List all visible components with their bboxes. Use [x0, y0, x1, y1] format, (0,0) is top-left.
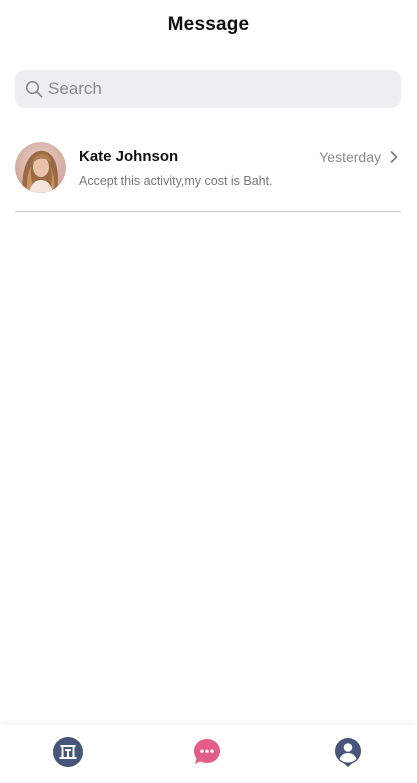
tab-messages[interactable] [190, 737, 224, 771]
page-title: Message [167, 14, 250, 35]
bottom-tab-bar [0, 725, 417, 783]
tab-profile[interactable] [331, 737, 365, 771]
home-building-icon [52, 736, 84, 773]
search-bar[interactable] [15, 70, 401, 108]
message-time: Yesterday [319, 149, 381, 165]
search-icon [25, 80, 43, 98]
message-screen: Message Search Kate Johnson Yesterday Ac… [0, 0, 417, 783]
search-input[interactable] [48, 79, 388, 99]
chevron-right-icon [387, 150, 401, 164]
avatar [15, 142, 66, 193]
profile-icon [332, 736, 364, 773]
message-list-item[interactable]: Kate Johnson Yesterday Accept this activ… [15, 138, 401, 212]
message-preview: Accept this activity,my cost is Baht. [79, 174, 273, 188]
contact-name: Kate Johnson [79, 148, 179, 165]
tab-home[interactable] [51, 736, 85, 773]
chat-bubble-icon [192, 737, 222, 772]
